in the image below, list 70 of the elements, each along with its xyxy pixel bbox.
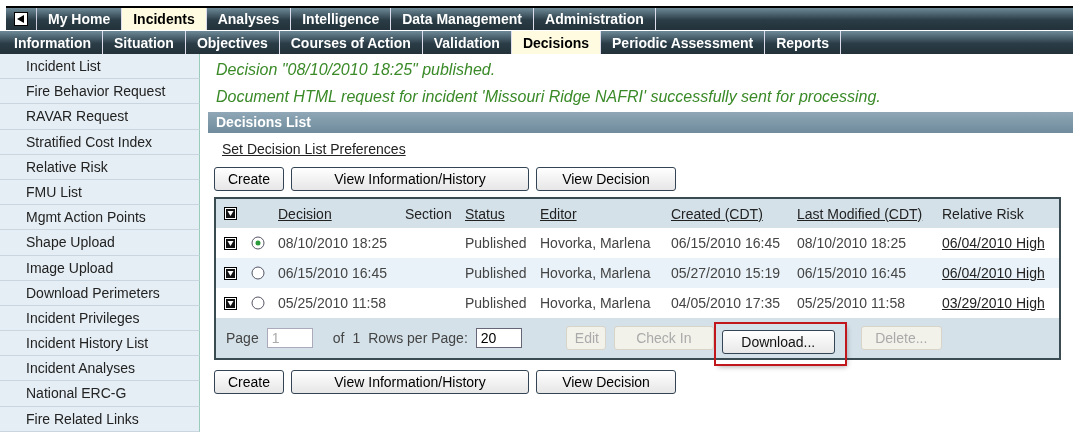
preferences-link[interactable]: Set Decision List Preferences [222,141,406,157]
sub-nav-tab[interactable]: Validation [422,31,512,54]
sidebar-item[interactable]: FMU List [0,179,200,206]
status-message: Decision "08/10/2010 18:25" published. [215,60,497,80]
sidebar-item[interactable]: Fire Behavior Request [0,79,200,105]
action-button[interactable]: Create [214,370,284,394]
dropdown-icon[interactable] [224,266,237,280]
panel-header: Decisions List [208,112,1073,133]
radio-button[interactable] [251,296,265,310]
sub-nav-tab[interactable]: Reports [765,31,842,54]
table-cell-text: 08/10/2010 18:25 [797,235,907,251]
rows-per-page-field[interactable]: 20 [475,328,522,348]
sidebar-item[interactable]: Incident List [0,54,200,80]
sidebar-item[interactable]: Stratified Cost Index [0,129,200,155]
table-cell-text: Published [465,235,528,251]
risk-link[interactable]: 06/04/2010 High [942,265,1054,281]
pager-button[interactable]: Download... [721,330,835,354]
column-header-link[interactable]: Status [465,205,540,222]
radio-button[interactable] [251,266,265,280]
sidebar-item[interactable]: Shape Upload [0,230,200,256]
column-header: Relative Risk [942,205,1025,222]
table-cell-text: 06/15/2010 16:45 [278,265,388,281]
column-header-link[interactable]: Last Modified (CDT) [797,205,942,222]
table-cell-text: 06/15/2010 16:45 [671,235,781,251]
table-cell-text: 05/25/2010 11:58 [797,295,906,311]
sub-nav-tab[interactable]: Decisions [511,31,602,54]
action-button[interactable]: View Information/History [291,167,529,191]
column-header-link[interactable]: Created (CDT) [671,205,797,222]
of-label: of [332,330,345,346]
sidebar-item[interactable]: RAVAR Request [0,104,200,130]
sub-nav-tab[interactable]: Periodic Assessment [601,31,766,54]
sidebar-item[interactable]: Mgmt Action Points [0,205,200,231]
risk-link[interactable]: 06/04/2010 High [942,235,1054,251]
nav-tab[interactable]: Incidents [122,8,207,30]
page-count: 1 [352,330,361,346]
sidebar-item[interactable]: Incident History List [0,331,200,357]
table-cell-text: 05/25/2010 11:58 [278,295,387,311]
action-button[interactable]: View Decision [536,370,676,394]
table-cell-text: 04/05/2010 17:35 [671,295,781,311]
table-cell-text: 05/27/2010 15:19 [671,265,781,281]
table-cell-text: Published [465,295,528,311]
table-cell-text: 08/10/2010 18:25 [278,235,388,251]
table-cell-text: Published [465,265,528,281]
back-icon [14,12,28,26]
sidebar-item[interactable]: Image Upload [0,255,200,281]
rows-per-page-label: Rows per Page: [368,330,468,346]
sidebar-item[interactable]: Incident Privileges [0,305,200,332]
radio-button[interactable] [251,236,265,250]
action-button[interactable]: View Information/History [291,370,529,394]
sidebar-item[interactable]: Fire Related Links [0,406,200,432]
table-cell-text: Hovorka, Marlena [540,295,652,311]
sidebar-item[interactable]: Download Perimeters [0,280,200,306]
page-label: Page [226,330,259,346]
risk-link[interactable]: 03/29/2010 High [942,295,1054,311]
sidebar-item[interactable]: National ERC-G [0,381,200,407]
dropdown-icon[interactable] [224,236,237,250]
sidebar-item[interactable]: Incident Analyses [0,356,200,382]
column-header: Section [405,205,453,222]
action-button[interactable]: Create [214,167,284,191]
table-cell-text: Hovorka, Marlena [540,235,652,251]
table-cell-text: 06/15/2010 16:45 [797,265,907,281]
dropdown-icon[interactable] [224,207,237,220]
status-message: Document HTML request for incident 'Missouri Ridge NAFRI' successfully sent for processing. [215,87,882,107]
column-header-link[interactable]: Decision [278,205,405,222]
dropdown-icon[interactable] [224,296,237,310]
sidebar-item[interactable]: Relative Risk [0,154,200,180]
column-header-link[interactable]: Editor [540,205,671,222]
sub-nav-tab[interactable]: Courses of Action [279,31,423,54]
table-cell-text: Hovorka, Marlena [540,265,652,281]
action-button[interactable]: View Decision [536,167,676,191]
